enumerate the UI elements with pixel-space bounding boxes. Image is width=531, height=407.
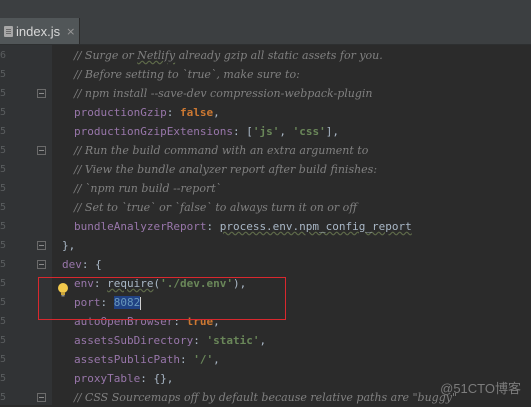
tab-index-js[interactable]: index.js × (0, 18, 80, 44)
code-token: process.env.npm_config_report (219, 220, 412, 233)
line-number: 5 (0, 278, 7, 289)
code-line[interactable]: // Set to `true` or `false` to always tu… (74, 198, 357, 217)
code-line[interactable]: // Before setting to `true`, make sure t… (74, 65, 300, 84)
code-token: false (179, 106, 214, 119)
line-number: 5 (0, 221, 7, 232)
code-line[interactable]: // Surge or Netlify already gzip all sta… (74, 46, 383, 65)
line-number: 5 (0, 354, 7, 365)
line-number: 6 (0, 50, 7, 61)
code-token: Netlify (137, 49, 176, 62)
code-line[interactable]: // npm install --save-dev compression-we… (74, 84, 373, 103)
line-number: 5 (0, 107, 7, 118)
code-line[interactable]: proxyTable: {}, (74, 369, 173, 388)
code-token: already gzip all static assets for you. (175, 49, 383, 62)
fold-toggle-icon[interactable] (37, 393, 46, 402)
code-token: , (279, 125, 293, 138)
line-number: 5 (0, 335, 7, 346)
code-editor[interactable]: 6 5 5 5 5 5 5 5 5 5 5 5 5 5 5 5 5 5 5 // Surge or Netlify … (0, 45, 531, 405)
code-token: , (259, 334, 267, 347)
code-token: dev (62, 258, 82, 271)
line-number: 5 (0, 297, 7, 308)
code-token: : {}, (140, 372, 174, 385)
fold-toggle-icon[interactable] (37, 146, 46, 155)
line-number: 5 (0, 164, 7, 175)
line-number: 5 (0, 145, 7, 156)
line-number: 5 (0, 240, 7, 251)
watermark: @51CTO博客 (440, 381, 521, 396)
code-token: 'css' (292, 125, 326, 138)
code-token: bundleAnalyzerReport (74, 220, 207, 233)
code-line[interactable]: // CSS Sourcemaps off by default because… (74, 388, 457, 407)
editor-tab-bar: index.js × (0, 0, 531, 45)
line-number: 5 (0, 88, 7, 99)
code-token: : (179, 353, 194, 366)
fold-toggle-icon[interactable] (37, 89, 46, 98)
close-icon[interactable]: × (66, 25, 75, 38)
code-token: // View the bundle analyzer report after… (74, 163, 378, 176)
line-number: 5 (0, 126, 7, 137)
code-token: assetsSubDirectory (74, 334, 194, 347)
code-token: // Run the build command with an extra a… (74, 144, 369, 157)
code-token: productionGzip (74, 106, 167, 119)
code-token: ], (325, 125, 339, 138)
line-number: 5 (0, 259, 7, 270)
code-line[interactable]: bundleAnalyzerReport: process.env.npm_co… (74, 217, 412, 236)
code-line[interactable]: assetsSubDirectory: 'static', (74, 331, 266, 350)
code-token: productionGzipExtensions (74, 125, 233, 138)
code-token: '/' (193, 353, 214, 366)
code-token: : (166, 106, 180, 119)
line-number: 5 (0, 202, 7, 213)
code-line[interactable]: assetsPublicPath: '/', (74, 350, 220, 369)
line-number: 5 (0, 69, 7, 80)
line-number: 5 (0, 373, 7, 384)
code-line[interactable]: productionGzipExtensions: ['js', 'css'], (74, 122, 339, 141)
code-token: : { (81, 258, 102, 271)
code-token: // CSS Sourcemaps off by default because… (74, 391, 458, 404)
code-token: , (213, 353, 220, 366)
code-line[interactable]: dev: { (62, 255, 102, 274)
code-line[interactable]: productionGzip: false, (74, 103, 220, 122)
code-token: }, (62, 239, 76, 252)
code-line[interactable]: }, (62, 236, 75, 255)
code-token: // Surge or (74, 49, 138, 62)
code-token: // npm install --save-dev compression-we… (74, 87, 373, 100)
code-token: 'js' (252, 125, 280, 138)
code-token: proxyTable (74, 372, 141, 385)
line-number: 5 (0, 392, 7, 403)
code-token: : [ (232, 125, 253, 138)
code-token: // Set to `true` or `false` to always tu… (74, 201, 358, 214)
code-token: // Before setting to `true`, make sure t… (74, 68, 300, 81)
code-token: // `npm run build --report` (74, 182, 222, 195)
line-number: 5 (0, 183, 7, 194)
code-token: assetsPublicPath (74, 353, 180, 366)
highlight-box (38, 277, 286, 320)
js-file-icon (4, 25, 13, 37)
fold-toggle-icon[interactable] (37, 241, 46, 250)
fold-toggle-icon[interactable] (37, 260, 46, 269)
tab-label: index.js (16, 23, 61, 39)
code-token: , (213, 106, 220, 119)
line-number: 5 (0, 316, 7, 327)
code-token: 'static' (206, 334, 260, 347)
code-token: : (206, 220, 220, 233)
code-line[interactable]: // Run the build command with an extra a… (74, 141, 368, 160)
code-token: : (193, 334, 207, 347)
line-gutter: 6 5 5 5 5 5 5 5 5 5 5 5 5 5 5 5 5 5 5 (0, 45, 52, 405)
code-line[interactable]: // `npm run build --report` (74, 179, 221, 198)
code-line[interactable]: // View the bundle analyzer report after… (74, 160, 377, 179)
